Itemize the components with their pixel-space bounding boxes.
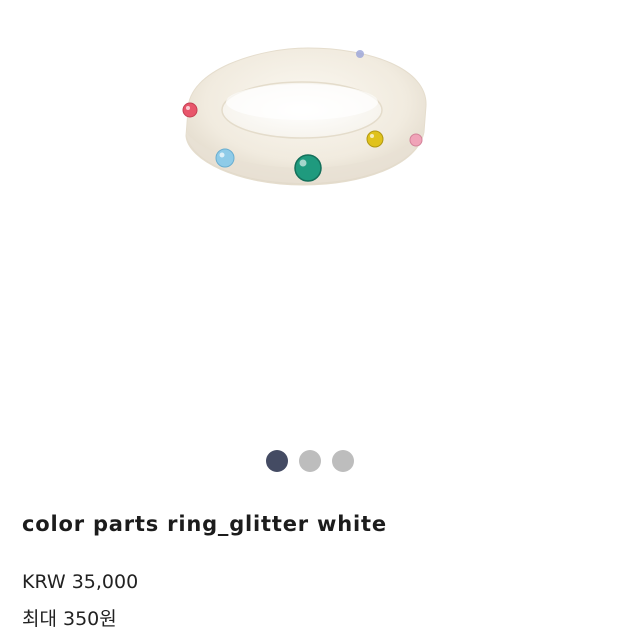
pagination-dot-3[interactable] (332, 450, 354, 472)
product-image-gallery[interactable] (0, 0, 620, 440)
image-pagination (0, 450, 620, 472)
pagination-dot-2[interactable] (299, 450, 321, 472)
pagination-dot-1[interactable] (266, 450, 288, 472)
reward-points: 최대 350원 (22, 608, 117, 630)
ring-product-image (182, 47, 427, 186)
product-title: color parts ring_glitter white (22, 512, 387, 536)
product-price: KRW 35,000 (22, 571, 139, 593)
